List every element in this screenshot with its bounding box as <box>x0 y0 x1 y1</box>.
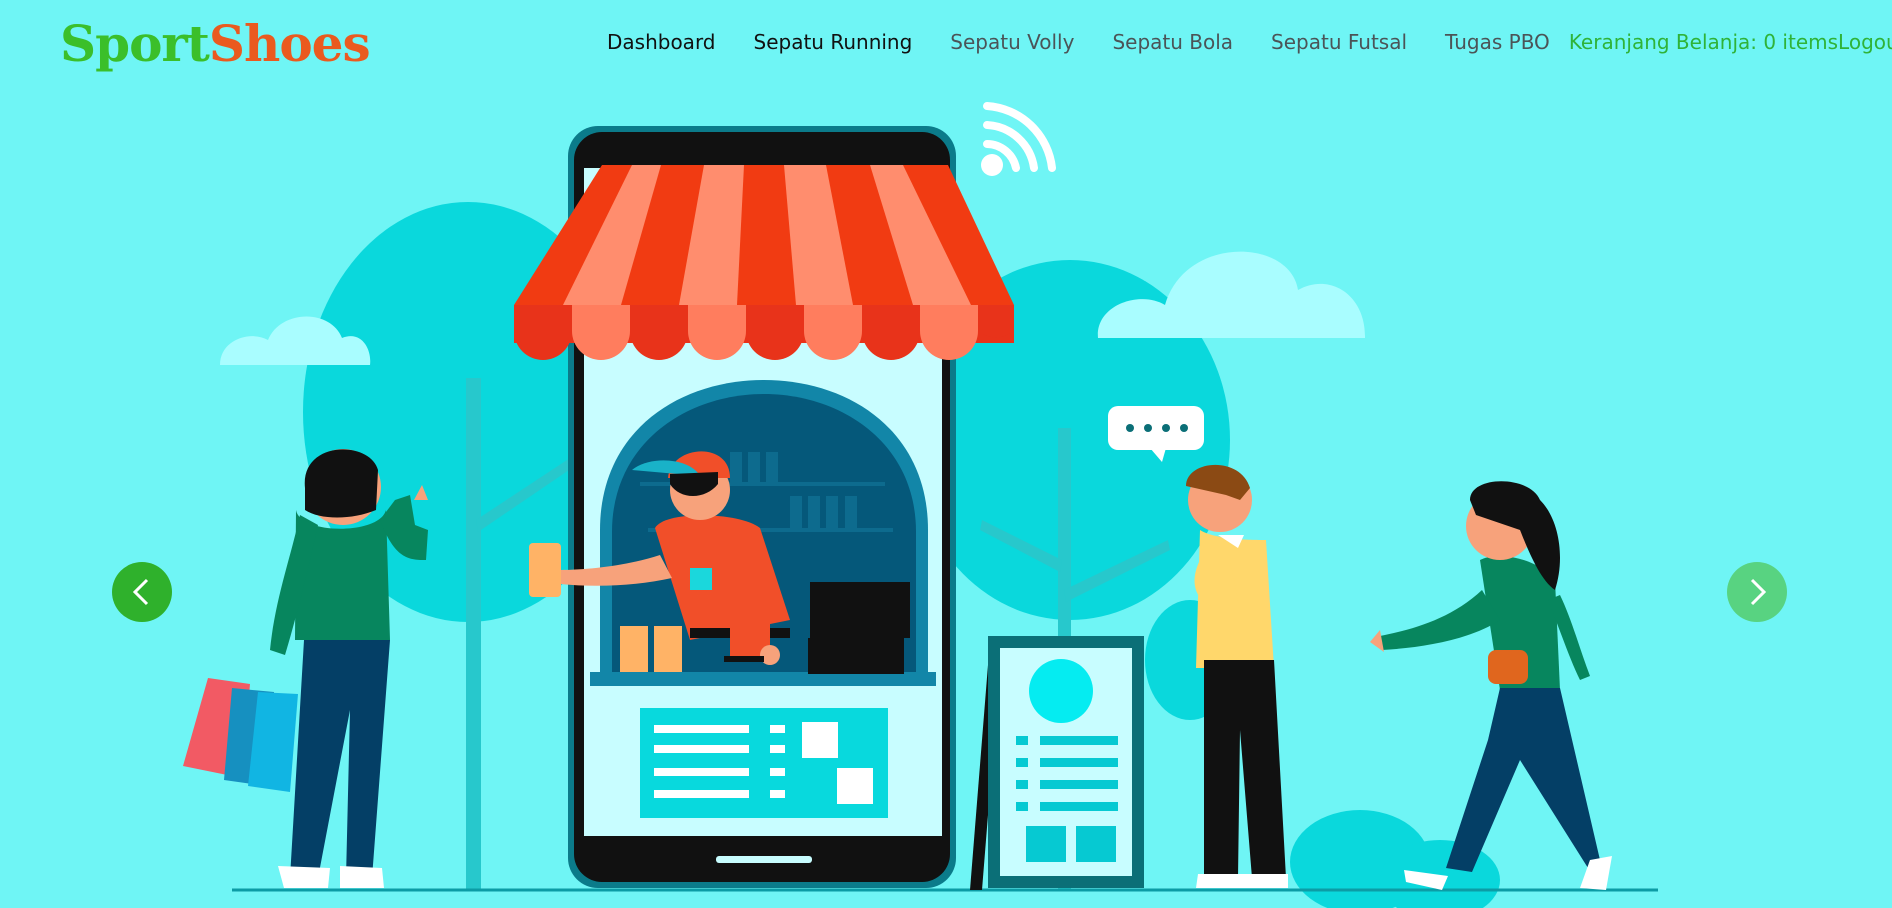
brand-shoes: Shoes <box>208 14 371 73</box>
navbar: SportShoes Dashboard Sepatu Running Sepa… <box>0 0 1892 88</box>
phone-shop <box>514 126 1014 888</box>
nav-sepatu-volly[interactable]: Sepatu Volly <box>950 30 1074 54</box>
shopping-bags <box>183 678 298 792</box>
awning <box>514 165 1014 360</box>
chevron-right-icon <box>1750 578 1767 606</box>
a-frame-sign <box>970 636 1144 890</box>
carousel-next-button[interactable] <box>1727 562 1787 622</box>
logout-link[interactable]: Logout <box>1838 30 1892 54</box>
brand-sport: Sport <box>60 14 210 73</box>
nav-dashboard[interactable]: Dashboard <box>607 30 716 54</box>
chevron-left-icon <box>132 578 149 606</box>
nav-sepatu-bola[interactable]: Sepatu Bola <box>1112 30 1233 54</box>
nav-sepatu-running[interactable]: Sepatu Running <box>754 30 913 54</box>
woman-shopper-left <box>183 449 428 888</box>
brand-logo[interactable]: SportShoes <box>60 12 371 76</box>
nav-tugas-pbo[interactable]: Tugas PBO <box>1445 30 1550 54</box>
cart-link[interactable]: Keranjang Belanja: 0 items <box>1569 30 1838 54</box>
carousel-prev-button[interactable] <box>112 562 172 622</box>
hero-illustration <box>183 102 1658 908</box>
nav-sepatu-futsal[interactable]: Sepatu Futsal <box>1271 30 1407 54</box>
main-nav: Dashboard Sepatu Running Sepatu Volly Se… <box>588 30 1892 54</box>
hero-carousel <box>0 88 1892 908</box>
